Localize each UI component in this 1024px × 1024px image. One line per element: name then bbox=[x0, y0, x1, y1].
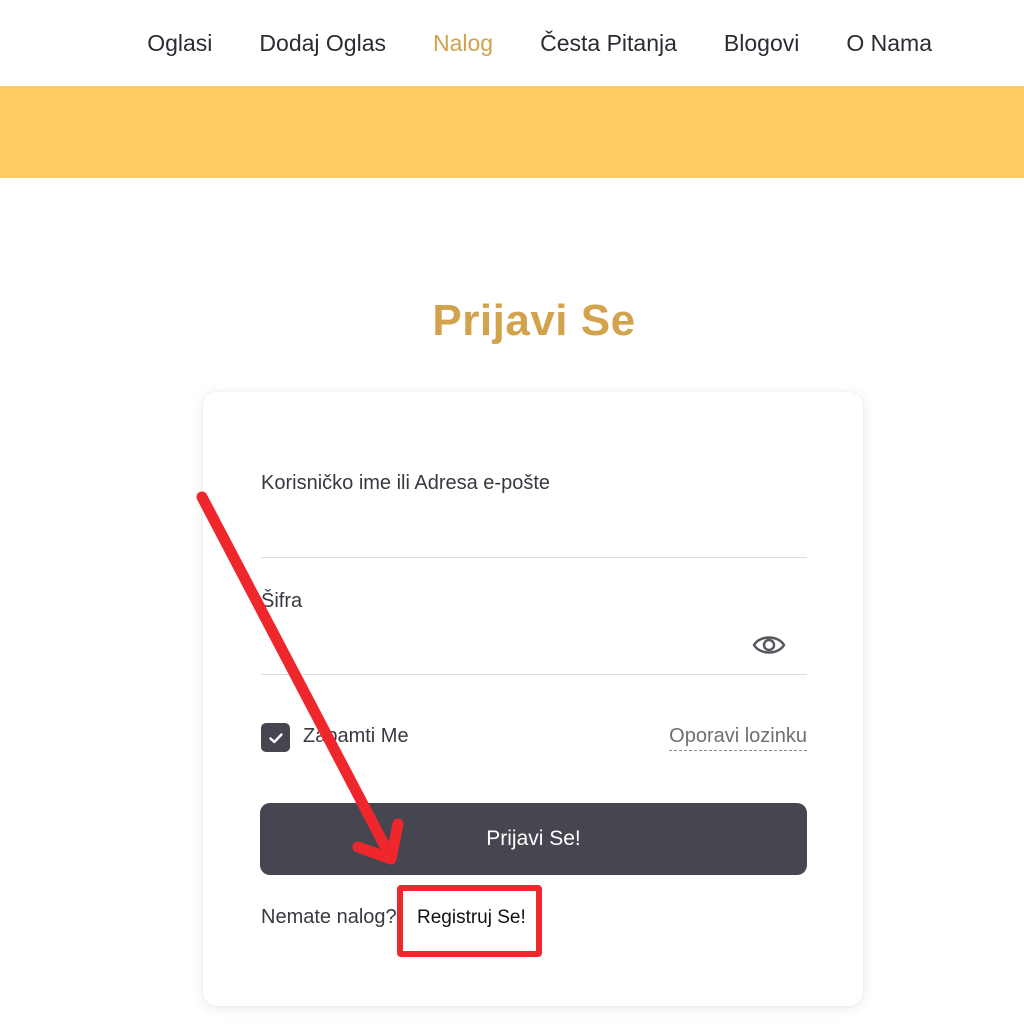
eye-icon-graphic bbox=[752, 636, 786, 654]
nav-item-nalog[interactable]: Nalog bbox=[433, 30, 493, 57]
top-navigation: Oglasi Dodaj Oglas Nalog Česta Pitanja B… bbox=[0, 0, 1024, 86]
password-input[interactable] bbox=[261, 639, 807, 675]
remember-me-label[interactable]: Zapamti Me bbox=[303, 725, 409, 748]
nav-item-dodaj-oglas[interactable]: Dodaj Oglas bbox=[259, 30, 386, 57]
checkmark-icon bbox=[268, 732, 283, 743]
nav-item-oglasi[interactable]: Oglasi bbox=[147, 30, 212, 57]
username-label: Korisničko ime ili Adresa e-pošte bbox=[261, 472, 551, 494]
login-submit-button[interactable]: Prijavi Se! bbox=[260, 803, 807, 875]
page: Oglasi Dodaj Oglas Nalog Česta Pitanja B… bbox=[0, 0, 1024, 1024]
login-form: Korisničko ime ili Adresa e-pošte Šifra … bbox=[203, 392, 863, 1006]
username-input[interactable] bbox=[261, 522, 807, 558]
forgot-password-link[interactable]: Oporavi lozinku bbox=[669, 725, 807, 751]
header-banner bbox=[0, 86, 1024, 178]
page-title: Prijavi Se bbox=[432, 296, 636, 345]
nav-item-o-nama[interactable]: O Nama bbox=[846, 30, 932, 57]
no-account-text: Nemate nalog? bbox=[261, 906, 397, 928]
register-link[interactable]: Registruj Se! bbox=[417, 907, 526, 929]
eye-icon[interactable] bbox=[752, 632, 786, 658]
remember-me-checkbox[interactable] bbox=[261, 723, 290, 752]
password-label: Šifra bbox=[261, 590, 303, 612]
nav-item-cesta-pitanja[interactable]: Česta Pitanja bbox=[540, 30, 677, 57]
nav-item-blogovi[interactable]: Blogovi bbox=[724, 30, 799, 57]
